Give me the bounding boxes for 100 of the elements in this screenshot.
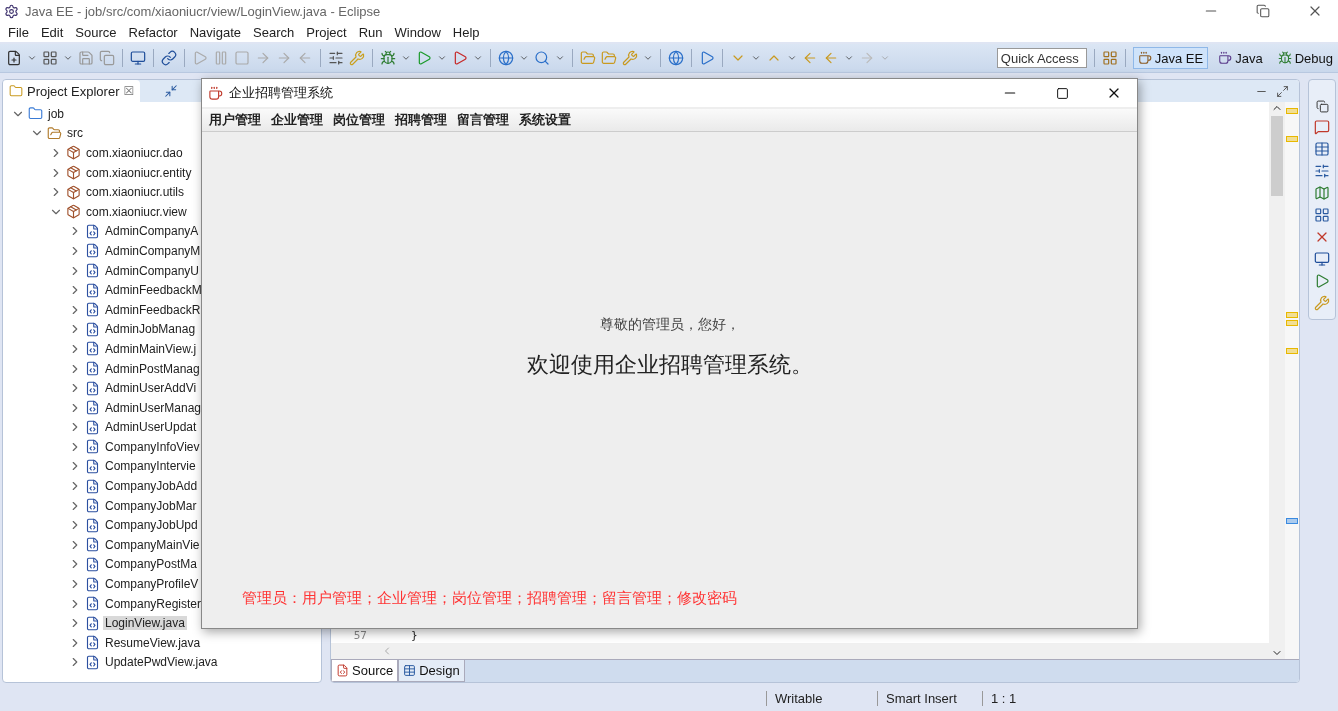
perspective-icon xyxy=(1277,51,1292,65)
menu-item[interactable]: 岗位管理 xyxy=(328,111,390,129)
tree-item[interactable]: CompanyPostMa xyxy=(103,557,200,572)
globe-icon[interactable] xyxy=(498,50,514,66)
collapse-all-icon[interactable] xyxy=(164,84,179,98)
sliders-icon[interactable] xyxy=(1314,163,1330,179)
browser-icon[interactable] xyxy=(668,50,684,66)
save-icon[interactable] xyxy=(78,50,94,66)
menu-item[interactable]: Window xyxy=(388,24,447,40)
tree-item[interactable]: src xyxy=(65,126,85,141)
caret-icon[interactable] xyxy=(844,53,854,63)
tree-item[interactable]: CompanyProfileV xyxy=(103,577,201,592)
caret-icon[interactable] xyxy=(787,53,797,63)
tree-item[interactable]: com.xiaoniucr.dao xyxy=(84,146,185,160)
info-marker[interactable] xyxy=(1286,518,1298,524)
scroll-thumb[interactable] xyxy=(1271,116,1283,196)
menu-item[interactable]: Refactor xyxy=(122,24,184,40)
caret-icon[interactable] xyxy=(751,53,761,63)
tree-item[interactable]: CompanyIntervie xyxy=(103,459,198,474)
perspective-button[interactable]: Java xyxy=(1213,47,1268,69)
warning-marker[interactable] xyxy=(1286,136,1298,142)
caret-icon[interactable] xyxy=(643,53,653,63)
console-icon[interactable] xyxy=(1314,251,1330,267)
tree-item[interactable]: com.xiaoniucr.entity xyxy=(84,165,194,180)
tree-item[interactable]: AdminCompanyU xyxy=(103,263,202,278)
caret-icon[interactable] xyxy=(401,53,411,63)
filter-icon[interactable] xyxy=(328,50,344,66)
deploy-icon[interactable] xyxy=(699,50,715,66)
menu-item[interactable]: 系统设置 xyxy=(514,111,576,129)
search-icon[interactable] xyxy=(534,50,550,66)
warning-marker[interactable] xyxy=(1286,108,1298,114)
new-item-icon[interactable] xyxy=(42,50,58,66)
quick-access-field[interactable]: Quick Access xyxy=(996,48,1087,68)
menu-item[interactable]: 企业管理 xyxy=(266,111,328,129)
vertical-scrollbar[interactable] xyxy=(1269,102,1285,659)
caret-icon[interactable] xyxy=(437,53,447,63)
warning-marker[interactable] xyxy=(1286,320,1298,326)
save-all-icon[interactable] xyxy=(99,50,115,66)
tree-item[interactable]: CompanyRegister xyxy=(103,596,204,611)
tree-item[interactable]: AdminCompanyM xyxy=(103,243,203,258)
close-tab-icon[interactable]: ☒ xyxy=(123,84,135,98)
tree-item[interactable]: AdminUserUpdat xyxy=(103,420,199,435)
bug-icon[interactable] xyxy=(380,50,396,66)
tree-item[interactable]: AdminFeedbackR xyxy=(103,302,203,317)
perspective-button[interactable]: Java EE xyxy=(1132,47,1209,69)
restore-icon[interactable] xyxy=(1315,100,1329,113)
restore-icon[interactable] xyxy=(1256,4,1270,18)
horizontal-scrollbar[interactable] xyxy=(331,643,1269,659)
tree-item[interactable]: AdminJobManag xyxy=(103,322,198,337)
maximize-icon[interactable] xyxy=(1055,86,1069,100)
tree-item[interactable]: AdminUserManag xyxy=(103,400,204,415)
tree-item[interactable]: ResumeView.java xyxy=(103,635,203,650)
caret-icon[interactable] xyxy=(519,53,529,63)
monitor-icon[interactable] xyxy=(130,50,146,66)
tree-item[interactable]: LoginView.java xyxy=(103,616,187,631)
project-explorer-tab[interactable]: Project Explorer ☒ xyxy=(3,80,141,102)
menu-item[interactable]: 招聘管理 xyxy=(390,111,452,129)
tree-item[interactable]: com.xiaoniucr.view xyxy=(84,204,189,219)
menu-item[interactable]: Project xyxy=(300,24,353,40)
menu-item[interactable]: Help xyxy=(446,24,486,40)
run-icon[interactable] xyxy=(416,50,432,66)
java-file-icon xyxy=(85,243,100,259)
menu-item[interactable]: File xyxy=(2,24,35,40)
warning-marker[interactable] xyxy=(1286,348,1298,354)
tree-item[interactable]: CompanyMainVie xyxy=(103,537,202,552)
new-file-icon[interactable] xyxy=(6,50,22,66)
tree-item[interactable]: job xyxy=(46,106,66,121)
tree-item[interactable]: UpdatePwdView.java xyxy=(103,655,220,670)
menu-item[interactable]: 留言管理 xyxy=(452,111,514,129)
tree-item[interactable]: CompanyJobMar xyxy=(103,498,199,513)
menu-item[interactable]: Edit xyxy=(34,24,70,40)
tree-item[interactable]: CompanyInfoViev xyxy=(103,439,202,454)
editor-tab[interactable]: Source xyxy=(331,660,399,682)
caret-icon[interactable] xyxy=(63,53,73,63)
table-icon[interactable] xyxy=(1314,141,1330,157)
tree-item[interactable]: CompanyJobAdd xyxy=(103,479,200,494)
tree-item[interactable]: AdminMainView.j xyxy=(103,341,199,356)
tree-item[interactable]: AdminFeedbackM xyxy=(103,283,204,298)
map-icon[interactable] xyxy=(1314,185,1330,201)
caret-icon[interactable] xyxy=(555,53,565,63)
menu-item[interactable]: Search xyxy=(247,24,301,40)
tree-item[interactable]: AdminPostManag xyxy=(103,361,202,376)
maximize-icon[interactable] xyxy=(1276,84,1289,98)
caret-icon[interactable] xyxy=(473,53,483,63)
run-external-icon[interactable] xyxy=(452,50,468,66)
perspective-button[interactable]: Debug xyxy=(1272,47,1338,69)
link-icon[interactable] xyxy=(161,50,177,66)
editor-tab[interactable]: Design xyxy=(398,660,465,682)
dialog-title: 企业招聘管理系统 xyxy=(229,84,334,102)
tree-item[interactable]: com.xiaoniucr.utils xyxy=(84,185,187,200)
tree-item[interactable]: AdminUserAddVi xyxy=(103,381,199,396)
explorer-icon xyxy=(9,84,23,98)
menu-item[interactable]: Run xyxy=(352,24,389,40)
menu-item[interactable]: Source xyxy=(69,24,123,40)
tree-item[interactable]: CompanyJobUpd xyxy=(103,518,200,533)
tree-item[interactable]: AdminCompanyA xyxy=(103,224,201,239)
warning-marker[interactable] xyxy=(1286,312,1298,318)
menu-item[interactable]: 用户管理 xyxy=(204,111,266,129)
caret-icon[interactable] xyxy=(27,53,37,63)
menu-item[interactable]: Navigate xyxy=(183,24,247,40)
